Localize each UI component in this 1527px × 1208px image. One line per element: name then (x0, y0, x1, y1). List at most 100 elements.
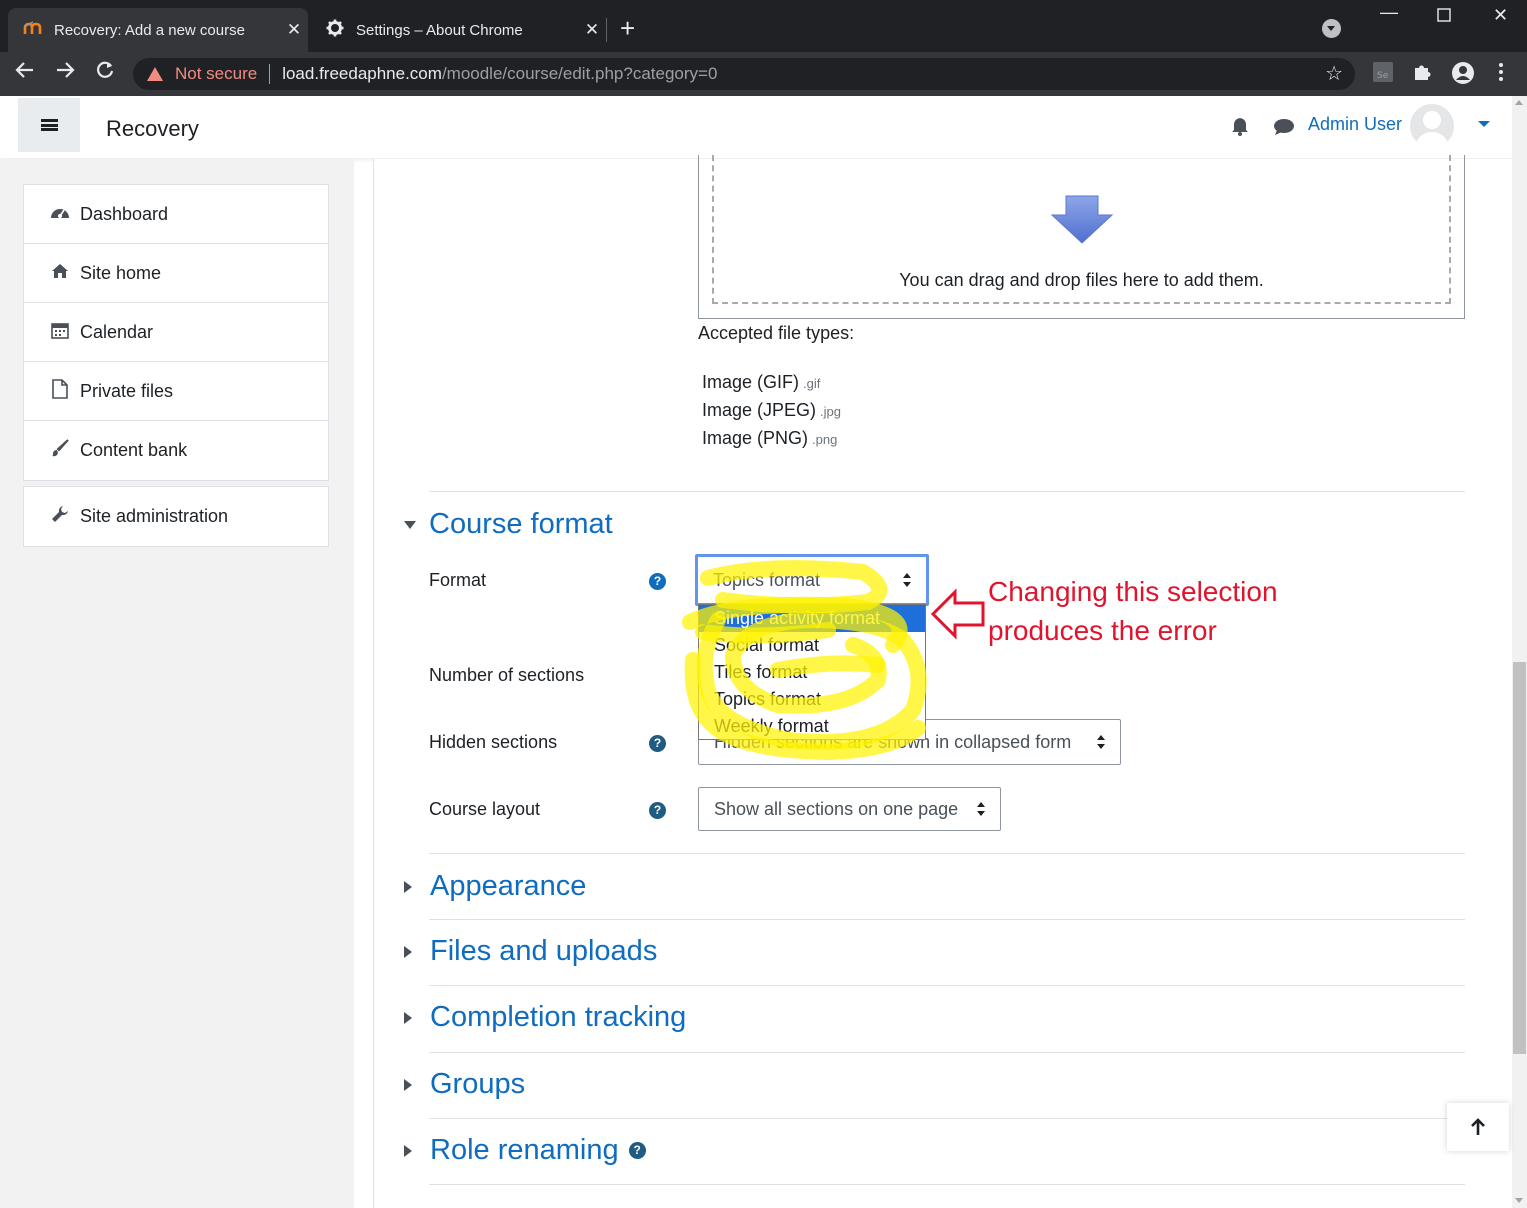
section-completion-tracking[interactable]: Completion tracking (404, 1001, 686, 1034)
security-label[interactable]: Not secure (175, 64, 257, 84)
wrench-icon (50, 505, 70, 528)
address-bar[interactable]: Not secure load.freedaphne.com/moodle/co… (133, 58, 1355, 90)
help-icon[interactable]: ? (649, 573, 666, 590)
nav-item-label: Content bank (80, 440, 188, 460)
section-role-renaming[interactable]: Role renaming ? (404, 1134, 646, 1167)
format-option[interactable]: Social format (699, 632, 925, 659)
file-type-ext: .jpg (820, 404, 841, 419)
nav-item-label: Calendar (80, 321, 154, 342)
format-label: Format (429, 570, 487, 590)
format-option[interactable]: Tiles format (699, 659, 925, 686)
nav-item-label: Dashboard (80, 203, 169, 224)
tab-settings[interactable]: Settings – About Chrome ✕ (310, 8, 606, 52)
tab-search-icon[interactable] (1322, 19, 1341, 38)
puzzle-icon[interactable] (1412, 62, 1432, 88)
nav-item-content-bank[interactable]: Content bank (24, 421, 328, 480)
nav-item-dashboard[interactable]: Dashboard (24, 185, 328, 244)
format-option[interactable]: Weekly format (699, 713, 925, 740)
section-title: Files and uploads (430, 935, 658, 967)
minimize-icon[interactable]: — (1380, 2, 1398, 23)
section-title: Completion tracking (430, 1001, 687, 1033)
close-tab-icon[interactable]: ✕ (280, 20, 308, 40)
section-divider (429, 1052, 1465, 1053)
reload-icon[interactable] (95, 60, 115, 86)
expand-icon (404, 945, 412, 958)
drawer-toggle-button[interactable] (18, 98, 80, 152)
close-tab-icon[interactable]: ✕ (578, 20, 606, 40)
nav-drawer: Dashboard Site home Calendar Private fil… (0, 159, 354, 1208)
help-icon[interactable]: ? (628, 1142, 646, 1159)
course-layout-value: Show all sections on one page (714, 798, 959, 819)
bookmark-star-icon[interactable]: ☆ (1325, 61, 1343, 86)
extension-icon[interactable]: Se (1372, 61, 1394, 89)
select-arrows-icon (977, 802, 986, 816)
format-select-value: Topics format (713, 569, 821, 590)
scroll-up-icon[interactable] (1515, 100, 1523, 105)
back-arrow-icon[interactable] (15, 60, 35, 86)
hidden-sections-label: Hidden sections (429, 732, 558, 752)
section-appearance[interactable]: Appearance (404, 870, 586, 903)
help-icon[interactable]: ? (649, 735, 666, 752)
back-to-top-button[interactable] (1447, 1103, 1509, 1151)
notification-bell-icon[interactable] (1230, 116, 1250, 136)
site-name[interactable]: Recovery (106, 116, 199, 142)
course-layout-select[interactable]: Show all sections on one page (698, 787, 1001, 831)
nav-item-calendar[interactable]: Calendar (24, 303, 328, 362)
svg-text:Se: Se (1377, 71, 1389, 81)
format-select[interactable]: Topics format (695, 554, 929, 606)
accepted-types-label: Accepted file types: (698, 323, 855, 343)
close-window-icon[interactable]: ✕ (1493, 5, 1508, 26)
browser-tab-strip: Recovery: Add a new course ✕ Settings – … (0, 0, 1527, 52)
nav-item-label: Site home (80, 262, 162, 283)
section-divider (429, 919, 1465, 920)
tab-title: Settings – About Chrome (356, 21, 523, 39)
calendar-icon (50, 321, 70, 344)
user-name[interactable]: Admin User (1308, 114, 1402, 135)
nav-item-label: Private files (80, 380, 174, 401)
drop-instructions: You can drag and drop files here to add … (899, 270, 1264, 290)
nav-item-private-files[interactable]: Private files (24, 362, 328, 421)
expand-icon (404, 880, 412, 893)
format-option[interactable]: Single activity format (699, 605, 925, 632)
maximize-icon[interactable] (1437, 6, 1451, 27)
section-course-format[interactable]: Course format (404, 508, 613, 541)
section-title: Groups (430, 1068, 526, 1100)
hamburger-icon (40, 119, 58, 131)
tab-recovery[interactable]: Recovery: Add a new course ✕ (8, 8, 308, 52)
annotation-arrow-icon (930, 588, 985, 640)
scroll-down-icon[interactable] (1515, 1198, 1523, 1203)
forward-arrow-icon[interactable] (55, 60, 75, 86)
address-divider (269, 64, 271, 84)
section-title: Appearance (430, 870, 587, 902)
expand-icon (404, 1144, 412, 1157)
select-arrows-icon (903, 573, 912, 587)
admin-nav: Site administration (23, 486, 329, 547)
profile-icon[interactable] (1452, 62, 1474, 90)
format-option[interactable]: Topics format (699, 686, 925, 713)
annotation-line: Changing this selection (988, 576, 1278, 607)
file-type-name: Image (JPEG) (702, 400, 817, 420)
paintbrush-icon (50, 439, 70, 462)
nav-item-site-administration[interactable]: Site administration (24, 487, 328, 546)
section-divider (429, 985, 1465, 986)
messages-icon[interactable] (1273, 118, 1295, 136)
url-host: load.freedaphne.com (282, 64, 442, 83)
scrollbar-thumb[interactable] (1513, 662, 1526, 1054)
browser-toolbar: Not secure load.freedaphne.com/moodle/co… (0, 52, 1527, 96)
file-type-item: Image (JPEG) .jpg (702, 400, 841, 421)
new-tab-button[interactable]: + (620, 14, 635, 42)
avatar[interactable] (1410, 104, 1454, 148)
section-title: Role renaming (430, 1134, 619, 1166)
section-files-and-uploads[interactable]: Files and uploads (404, 935, 657, 968)
format-options-list[interactable]: Single activity format Social format Til… (698, 604, 926, 740)
url-path: /moodle/course/edit.php?category=0 (441, 64, 718, 83)
section-divider (429, 1118, 1465, 1119)
section-groups[interactable]: Groups (404, 1068, 525, 1101)
more-menu-icon[interactable] (1498, 62, 1504, 88)
user-menu-caret-icon[interactable] (1478, 121, 1490, 127)
nav-item-site-home[interactable]: Site home (24, 244, 328, 303)
dashboard-icon (50, 204, 70, 225)
warning-icon (147, 67, 163, 81)
help-icon[interactable]: ? (649, 802, 666, 819)
home-icon (50, 263, 70, 284)
